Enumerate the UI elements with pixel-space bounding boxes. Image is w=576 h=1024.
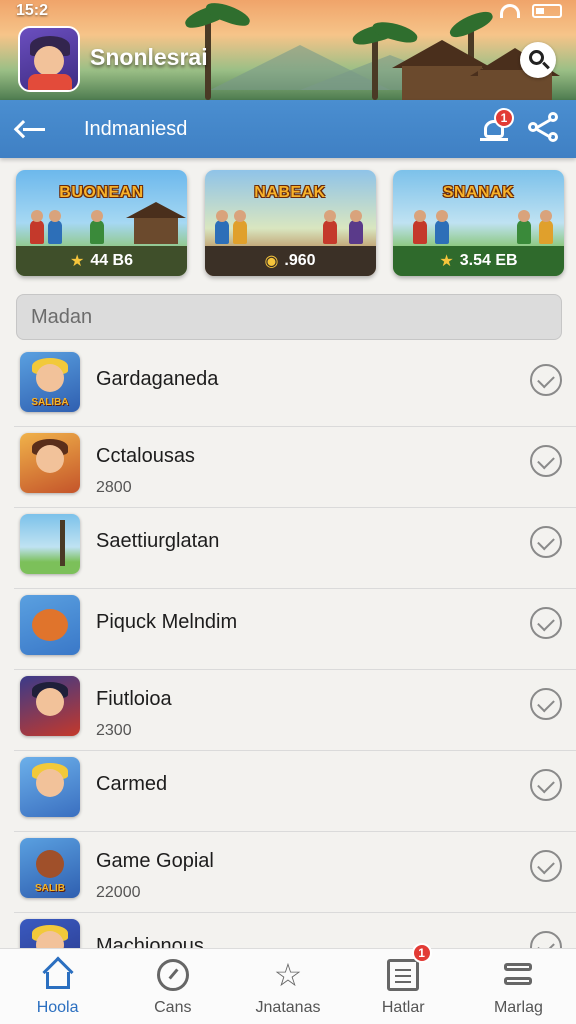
list-item[interactable]: Fiutloioa 2300 [14, 670, 576, 751]
game-thumbnail [20, 433, 80, 493]
item-title: Carmed [96, 773, 168, 795]
nav-label: Marlag [493, 999, 543, 1016]
nav-label: Jnatanas [255, 999, 321, 1016]
item-title: Piquck Melndim [96, 611, 238, 633]
card-rating: 44 B6 [90, 252, 134, 269]
item-title: Game Gopial [96, 850, 214, 872]
bottom-nav: Hoola Cans ☆ Jnatanas 1 Hatlar Marlag [0, 943, 576, 1024]
item-title: Cctalousas [96, 445, 195, 467]
card-rating: .960 [284, 252, 316, 269]
hero-banner [0, 0, 576, 100]
nav-games[interactable]: Cans [115, 949, 230, 1024]
star-icon: ★ [69, 253, 85, 270]
item-title: Fiutloioa [96, 688, 172, 710]
nav-label: Hoola [36, 999, 79, 1016]
item-subtitle: 22000 [96, 884, 141, 901]
card-logo: NABEAK [254, 184, 326, 201]
list-item[interactable]: Saettiurglatan [14, 508, 576, 589]
featured-card[interactable]: NABEAK ◉ .960 [204, 170, 376, 276]
coin-icon: ◉ [264, 253, 279, 270]
list-item[interactable]: Machionous [14, 913, 576, 948]
list-item[interactable]: SALIBA Gardaganeda [14, 346, 576, 427]
item-title: Saettiurglatan [96, 530, 220, 552]
check-circle-icon[interactable] [530, 364, 562, 396]
card-rating: 3.54 EB [459, 252, 518, 269]
featured-cards: BUONEAN ★ 44 B6 NABEAK ◉ .960 SNANAK ★ 3.54… [16, 170, 564, 278]
battery-icon [532, 4, 562, 18]
game-thumbnail [20, 676, 80, 736]
item-subtitle: 2300 [96, 722, 132, 739]
item-subtitle: 2800 [96, 479, 132, 496]
check-circle-icon[interactable] [530, 607, 562, 639]
nav-favorites[interactable]: ☆ Jnatanas [230, 949, 345, 1024]
app-avatar[interactable] [18, 26, 80, 92]
item-title: Machionous [96, 935, 204, 948]
settings-icon [502, 959, 534, 991]
item-title: Gardaganeda [96, 368, 219, 390]
list-item[interactable]: SALIB Game Gopial 22000 [14, 832, 576, 913]
check-circle-icon[interactable] [530, 931, 562, 948]
game-list: SALIBA Gardaganeda Cctalousas 2800 Saett… [0, 346, 576, 948]
list-item[interactable]: Cctalousas 2800 [14, 427, 576, 508]
notification-badge: 1 [494, 108, 514, 128]
game-thumbnail [20, 757, 80, 817]
wifi-icon [500, 4, 520, 18]
search-button[interactable] [520, 42, 556, 78]
check-circle-icon[interactable] [530, 445, 562, 477]
nav-label: Cans [154, 999, 192, 1016]
game-thumbnail: SALIBA [20, 352, 80, 412]
home-icon [42, 956, 74, 991]
nav-list[interactable]: 1 Hatlar [346, 943, 461, 1024]
card-logo: BUONEAN [59, 184, 144, 201]
featured-card[interactable]: BUONEAN ★ 44 B6 [16, 170, 187, 276]
game-thumbnail [20, 514, 80, 574]
list-icon [387, 959, 420, 991]
status-time: 15:2 [16, 2, 49, 19]
list-item[interactable]: Carmed [14, 751, 576, 832]
check-circle-icon[interactable] [530, 688, 562, 720]
check-circle-icon[interactable] [530, 850, 562, 882]
back-arrow-icon[interactable] [13, 116, 48, 142]
star-icon: ★ [439, 253, 454, 270]
header-bar: Indmaniesd 1 [0, 100, 576, 158]
game-thumbnail [20, 919, 80, 948]
nav-home[interactable]: Hoola [0, 949, 115, 1024]
list-item[interactable]: Piquck Melndim [14, 589, 576, 670]
nav-more[interactable]: Marlag [461, 949, 576, 1024]
gauge-icon [156, 959, 189, 991]
game-thumbnail: SALIB [20, 838, 80, 898]
section-header: Madan [16, 294, 562, 340]
featured-card[interactable]: SNANAK ★ 3.54 EB [393, 170, 564, 276]
card-logo: SNANAK [442, 184, 515, 201]
status-icons [500, 4, 562, 18]
check-circle-icon[interactable] [530, 526, 562, 558]
star-icon: ☆ [273, 957, 303, 993]
game-thumbnail [20, 595, 80, 655]
check-circle-icon[interactable] [530, 769, 562, 801]
nav-badge: 1 [411, 943, 432, 963]
share-icon[interactable] [528, 112, 560, 144]
nav-label: Hatlar [381, 999, 425, 1016]
app-name: Snonlesrai [90, 44, 208, 70]
page-title: Indmaniesd [84, 118, 188, 140]
